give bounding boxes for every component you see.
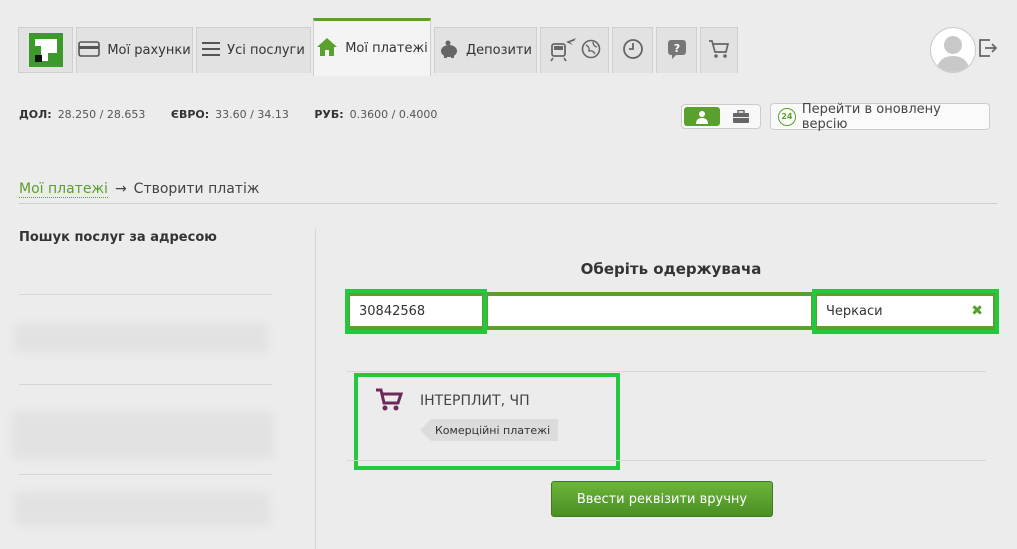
divider <box>346 371 986 372</box>
rate-label-rub: РУБ: <box>314 108 344 121</box>
tab-help[interactable]: ? <box>656 27 697 73</box>
user-icon <box>936 36 970 72</box>
globe-icon <box>581 39 601 63</box>
breadcrumb: Мої платежі → Створити платіж <box>19 181 260 198</box>
result-name: ІНТЕРПЛИТ, ЧП <box>420 393 530 409</box>
list-icon <box>202 41 221 61</box>
city-value: Черкаси <box>826 303 883 319</box>
new-version-label: Перейти в оновлену версію <box>801 101 941 132</box>
privat24-badge-icon: 24 <box>778 107 796 126</box>
tab-my-payments[interactable]: Мої платежі <box>313 18 431 76</box>
piggy-bank-icon <box>439 40 459 62</box>
privatbank-logo[interactable] <box>18 27 73 73</box>
business-toggle-button[interactable] <box>724 107 758 126</box>
tab-label: Мої платежі <box>345 41 428 56</box>
personal-toggle-button[interactable] <box>684 107 720 126</box>
divider <box>19 474 272 475</box>
enter-details-manually-button[interactable]: Ввести реквізити вручну <box>551 481 773 517</box>
cart-icon <box>375 388 404 416</box>
tab-my-accounts[interactable]: Мої рахунки <box>76 27 193 73</box>
divider <box>346 460 986 461</box>
exchange-rates: ДОЛ: 28.250 / 28.653 ЄВРО: 33.60 / 34.13 Р… <box>19 108 459 121</box>
rate-value-eur: 33.60 / 34.13 <box>215 108 289 121</box>
tab-all-services[interactable]: Усі послуги <box>196 27 311 73</box>
city-input[interactable]: Черкаси ✖ <box>817 296 993 326</box>
top-navigation: Мої рахунки Усі послуги Мої платежі Депо… <box>0 0 1017 78</box>
briefcase-icon <box>733 109 749 123</box>
code-input[interactable]: 30842568 <box>350 296 482 326</box>
breadcrumb-current: Створити платіж <box>133 181 260 197</box>
page-title: Оберіть одержувача <box>580 260 762 278</box>
tab-history[interactable] <box>612 27 653 73</box>
new-version-button[interactable]: 24 Перейти в оновлену версію <box>770 101 990 132</box>
clock-icon <box>622 38 644 64</box>
rate-label-eur: ЄВРО: <box>170 108 210 121</box>
breadcrumb-arrow: → <box>114 181 127 197</box>
sidebar-title: Пошук послуг за адресою <box>19 230 217 245</box>
column-divider <box>315 228 316 549</box>
divider <box>19 384 272 385</box>
help-icon: ? <box>666 38 688 64</box>
tab-shop[interactable] <box>700 27 738 73</box>
avatar[interactable] <box>930 27 976 73</box>
tab-deposits[interactable]: Депозити <box>434 27 537 73</box>
blurred-sidebar-item <box>14 323 268 353</box>
name-input[interactable] <box>488 296 811 326</box>
blurred-sidebar-item <box>14 492 270 526</box>
logout-icon <box>979 39 998 57</box>
svg-text:?: ? <box>673 42 679 55</box>
person-icon <box>696 110 708 124</box>
clear-city-icon[interactable]: ✖ <box>971 303 983 319</box>
rate-value-usd: 28.250 / 28.653 <box>57 108 146 121</box>
tab-label: Депозити <box>466 43 532 58</box>
cart-icon <box>708 39 730 63</box>
rate-value-rub: 0.3600 / 0.4000 <box>349 108 438 121</box>
transport-icon <box>549 36 577 66</box>
tab-label: Мої рахунки <box>107 43 191 58</box>
home-icon <box>316 37 338 61</box>
account-type-toggle <box>681 104 761 129</box>
divider <box>19 203 997 204</box>
logo-icon <box>28 33 63 67</box>
tab-transport-travel[interactable] <box>540 27 609 73</box>
card-icon <box>78 40 101 61</box>
tab-label: Усі послуги <box>227 43 305 58</box>
breadcrumb-link-my-payments[interactable]: Мої платежі <box>19 181 108 198</box>
blurred-sidebar-item <box>12 411 274 459</box>
rate-label-usd: ДОЛ: <box>19 108 52 121</box>
logout-button[interactable] <box>978 38 998 62</box>
divider <box>19 294 272 295</box>
result-category-tag: Комерційні платежі <box>419 419 559 441</box>
